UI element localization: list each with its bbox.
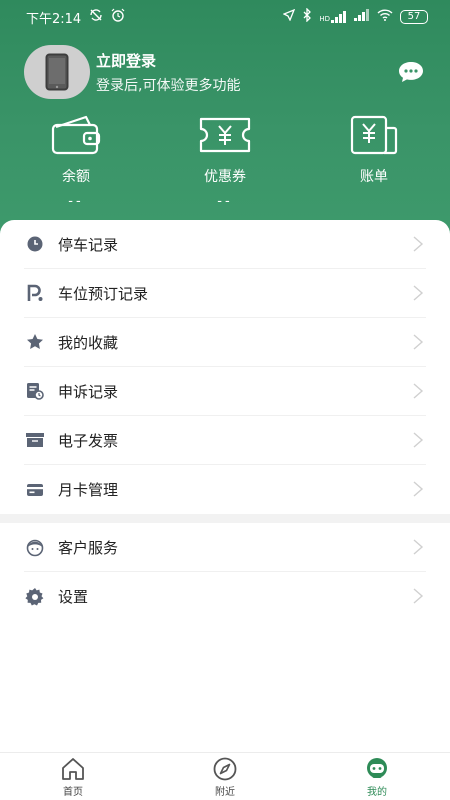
group-divider — [0, 514, 450, 523]
menu-item-reservation-records[interactable]: 车位预订记录 — [24, 269, 426, 318]
menu-label: 电子发票 — [58, 431, 119, 450]
menu-item-parking-records[interactable]: 停车记录 — [24, 220, 426, 269]
wallet-icon — [51, 115, 101, 155]
menu-label: 客户服务 — [58, 538, 119, 557]
chevron-right-icon — [412, 382, 424, 404]
chat-bubble-icon — [399, 62, 423, 82]
location-icon — [282, 8, 296, 25]
stat-bill[interactable]: 账单 — [324, 112, 424, 212]
menu-group-support: 客户服务 设置 — [0, 523, 450, 621]
login-subtitle: 登录后,可体验更多功能 — [96, 77, 241, 94]
stat-balance-value: -- — [68, 194, 84, 209]
stat-bill-label: 账单 — [360, 169, 388, 185]
message-button[interactable] — [396, 58, 426, 86]
tab-nearby-label: 附近 — [215, 787, 235, 798]
account-stats: 余额 -- 优惠券 -- 账单 — [0, 112, 450, 212]
tab-home[interactable]: 首页 — [38, 753, 108, 800]
menu-label: 月卡管理 — [58, 481, 119, 499]
stat-balance[interactable]: 余额 -- — [26, 112, 126, 212]
stat-coupon[interactable]: 优惠券 -- — [175, 112, 275, 212]
tab-mine-label: 我的 — [367, 787, 387, 798]
battery-indicator: 57 — [400, 10, 428, 24]
chevron-right-icon — [412, 587, 424, 609]
menu-card: 停车记录 车位预订记录 我的收藏 申诉记录 电子发票 月卡管理 客户服务 设置 — [0, 220, 450, 752]
bluetooth-icon — [302, 7, 312, 26]
status-time: 下午2:14 — [26, 11, 82, 27]
header-background: 下午2:14 HD 57 立即登录 登录后,可体验更多功能 余额 -- 优惠券 … — [0, 0, 450, 240]
customer-service-icon — [26, 539, 44, 557]
menu-item-favorites[interactable]: 我的收藏 — [24, 318, 426, 367]
compass-icon — [213, 757, 237, 781]
appeal-icon — [27, 383, 44, 400]
bottom-tab-bar: 首页 附近 我的 — [0, 752, 450, 800]
clock-icon — [27, 236, 43, 252]
parking-icon — [27, 284, 43, 301]
tab-nearby[interactable]: 附近 — [190, 753, 260, 800]
chevron-right-icon — [412, 333, 424, 355]
menu-label: 设置 — [58, 588, 89, 606]
avatar[interactable] — [24, 45, 90, 99]
home-icon — [62, 758, 84, 780]
tab-mine[interactable]: 我的 — [342, 753, 412, 800]
chevron-right-icon — [412, 235, 424, 257]
stat-coupon-label: 优惠券 — [204, 169, 246, 185]
alarm-icon — [111, 8, 125, 26]
menu-item-customer-service[interactable]: 客户服务 — [24, 523, 426, 572]
star-icon — [27, 334, 43, 349]
chevron-right-icon — [412, 284, 424, 306]
login-title[interactable]: 立即登录 — [96, 50, 240, 71]
chevron-right-icon — [412, 431, 424, 453]
menu-item-monthly-card[interactable]: 月卡管理 — [24, 465, 426, 514]
stat-balance-label: 余额 — [62, 169, 90, 185]
invoice-icon — [26, 433, 44, 447]
coupon-icon — [199, 117, 251, 153]
menu-label: 车位预订记录 — [58, 284, 149, 303]
card-icon — [27, 483, 43, 496]
menu-label: 申诉记录 — [58, 382, 119, 401]
sync-off-icon — [89, 8, 103, 26]
wifi-icon — [377, 9, 393, 25]
bill-icon — [350, 115, 398, 155]
status-bar: 下午2:14 HD 57 — [0, 0, 450, 34]
hd-label: HD — [319, 15, 330, 23]
chevron-right-icon — [412, 538, 424, 560]
menu-item-settings[interactable]: 设置 — [24, 572, 426, 621]
robot-icon — [367, 758, 387, 778]
menu-item-appeal-records[interactable]: 申诉记录 — [24, 367, 426, 416]
signal-icon — [354, 9, 370, 25]
menu-item-e-invoice[interactable]: 电子发票 — [24, 416, 426, 465]
menu-label: 我的收藏 — [58, 333, 119, 352]
phone-icon — [45, 53, 69, 91]
menu-label: 停车记录 — [58, 235, 119, 254]
gear-icon — [25, 587, 44, 605]
profile-row[interactable]: 立即登录 登录后,可体验更多功能 — [24, 44, 426, 100]
tab-home-label: 首页 — [63, 787, 83, 798]
menu-group-records: 停车记录 车位预订记录 我的收藏 申诉记录 电子发票 月卡管理 — [0, 220, 450, 514]
signal-hd-icon: HD — [319, 11, 347, 23]
stat-coupon-value: -- — [217, 194, 233, 209]
chevron-right-icon — [412, 480, 424, 502]
